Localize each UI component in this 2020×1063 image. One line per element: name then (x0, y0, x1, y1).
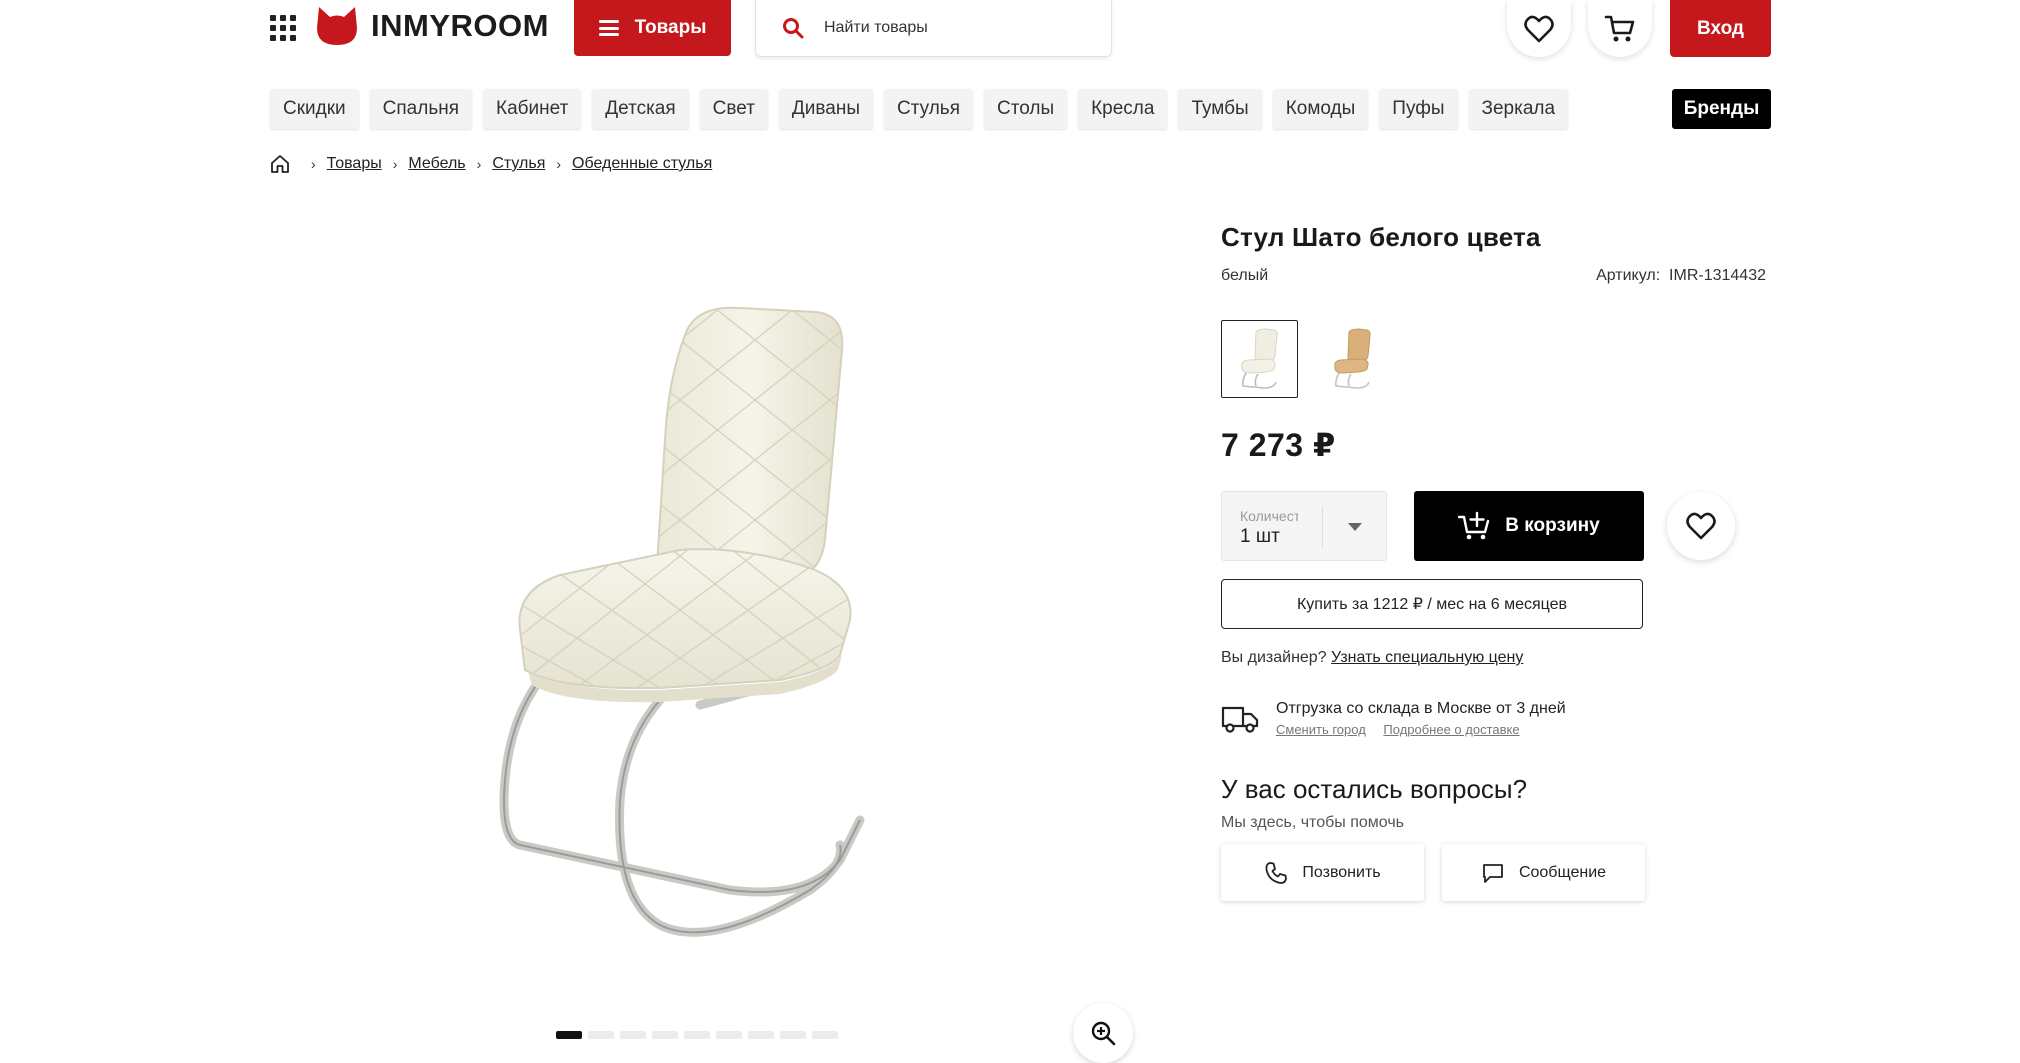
designer-offer: Вы дизайнер? Узнать специальную цену (1221, 649, 1771, 667)
quantity-label: Количество (1240, 508, 1298, 524)
category-chip[interactable]: Зеркала (1468, 89, 1569, 129)
category-chip[interactable]: Спальня (369, 89, 473, 129)
gallery-dot[interactable] (748, 1031, 774, 1039)
breadcrumb-item[interactable]: Мебель (408, 155, 465, 173)
designer-price-link[interactable]: Узнать специальную цену (1331, 649, 1523, 666)
category-nav: Скидки Спальня Кабинет Детская Свет Диваны Сту… (270, 89, 1579, 129)
chevron-right-icon: › (392, 156, 398, 172)
category-chip[interactable]: Кресла (1078, 89, 1168, 129)
gallery-dot[interactable] (556, 1031, 582, 1039)
truck-icon (1221, 706, 1259, 733)
category-chip[interactable]: Тумбы (1178, 89, 1262, 129)
quantity-select[interactable]: Количество 1 шт (1221, 491, 1387, 561)
product-color: белый (1221, 267, 1269, 284)
catalog-button[interactable]: Товары (574, 0, 731, 56)
breadcrumb-item[interactable]: Стулья (492, 155, 545, 173)
gallery-dot[interactable] (812, 1031, 838, 1039)
delivery-info: Отгрузка со склада в Москве от 3 дней См… (1221, 700, 1771, 737)
site-logo[interactable]: INMYROOM (316, 6, 549, 46)
help-subtitle: Мы здесь, чтобы помочь (1221, 814, 1404, 831)
home-icon[interactable] (270, 154, 290, 174)
installment-button[interactable]: Купить за 1212 ₽ / мес на 6 месяцев (1221, 579, 1643, 629)
category-chip[interactable]: Столы (984, 89, 1068, 129)
favorites-button[interactable] (1507, 0, 1571, 57)
message-label: Сообщение (1518, 863, 1607, 881)
site-header: INMYROOM Товары Вход (0, 0, 2020, 72)
chevron-right-icon: › (311, 156, 316, 172)
product-title: Стул Шато белого цвета (1221, 222, 1541, 252)
contact-buttons: Позвонить Сообщение (1221, 844, 1771, 901)
product-image[interactable] (480, 300, 950, 960)
variant-selector (1221, 320, 1771, 398)
call-label: Позвонить (1302, 863, 1381, 881)
breadcrumb-item[interactable]: Товары (327, 155, 382, 173)
help-title: У вас остались вопросы? (1221, 774, 1528, 804)
search-icon[interactable] (782, 17, 804, 39)
category-chip[interactable]: Диваны (778, 89, 873, 129)
chair-thumbnail-white (1240, 328, 1278, 389)
variant-beige[interactable] (1314, 320, 1391, 398)
quantity-value: 1 шт (1240, 526, 1280, 547)
chair-thumbnail-beige (1333, 328, 1371, 389)
heart-icon (1686, 512, 1716, 540)
gallery-dot[interactable] (684, 1031, 710, 1039)
breadcrumb: › Товары › Мебель › Стулья › Обеденные с… (270, 153, 712, 175)
chat-icon (1483, 863, 1503, 883)
search-box (755, 0, 1112, 57)
caret-down-icon (1348, 523, 1362, 531)
category-chip[interactable]: Кабинет (483, 89, 582, 129)
add-to-cart-label: В корзину (1505, 515, 1600, 536)
cart-icon (1604, 15, 1635, 41)
category-chip[interactable]: Скидки (270, 89, 359, 129)
call-button[interactable]: Позвонить (1221, 844, 1424, 901)
login-button[interactable]: Вход (1670, 0, 1771, 57)
cat-logo-icon (317, 7, 357, 45)
delivery-links: Сменить город Подробнее о доставке (1276, 722, 1566, 737)
add-to-cart-button[interactable]: В корзину (1414, 491, 1644, 561)
product-price: 7 273 ₽ (1221, 427, 1336, 463)
cart-button[interactable] (1588, 0, 1652, 57)
gallery-dot[interactable] (780, 1031, 806, 1039)
search-input[interactable] (822, 18, 1102, 38)
phone-icon (1265, 861, 1288, 884)
gallery-dot[interactable] (588, 1031, 614, 1039)
product-gallery (270, 200, 1133, 1063)
designer-question: Вы дизайнер? (1221, 649, 1327, 666)
apps-grid-icon[interactable] (270, 15, 296, 41)
chevron-right-icon: › (556, 156, 562, 172)
gallery-dot[interactable] (716, 1031, 742, 1039)
category-chip[interactable]: Комоды (1272, 89, 1369, 129)
sku-value: IMR-1314432 (1669, 267, 1766, 284)
change-city-link[interactable]: Сменить город (1276, 722, 1366, 737)
buy-row: Количество 1 шт В корзину (1221, 491, 1771, 561)
product-meta: белый Артикул: IMR-1314432 (1221, 267, 1766, 285)
menu-icon (598, 20, 619, 36)
delivery-details-link[interactable]: Подробнее о доставке (1383, 722, 1519, 737)
heart-icon (1524, 15, 1554, 42)
delivery-title: Отгрузка со склада в Москве от 3 дней (1276, 700, 1566, 717)
zoom-in-icon (1091, 1021, 1116, 1046)
gallery-pagination (556, 1031, 844, 1039)
brands-button[interactable]: Бренды (1672, 89, 1771, 129)
chevron-right-icon: › (476, 156, 482, 172)
catalog-label: Товары (634, 17, 707, 38)
zoom-button[interactable] (1073, 1003, 1133, 1063)
category-chip[interactable]: Стулья (884, 89, 973, 129)
cart-add-icon (1458, 511, 1490, 540)
breadcrumb-item[interactable]: Обеденные стулья (572, 155, 712, 173)
product-sku: Артикул: IMR-1314432 (1596, 267, 1766, 285)
category-chip[interactable]: Детская (592, 89, 689, 129)
add-to-favorites-button[interactable] (1667, 492, 1735, 560)
category-chip[interactable]: Свет (699, 89, 768, 129)
gallery-dot[interactable] (620, 1031, 646, 1039)
product-info: Стул Шато белого цвета белый Артикул: IM… (1221, 222, 1771, 901)
message-button[interactable]: Сообщение (1442, 844, 1645, 901)
gallery-dot[interactable] (652, 1031, 678, 1039)
variant-white[interactable] (1221, 320, 1298, 398)
sku-label: Артикул: (1596, 267, 1661, 284)
quantity-divider (1322, 506, 1323, 548)
logo-text: INMYROOM (371, 8, 549, 43)
category-chip[interactable]: Пуфы (1379, 89, 1458, 129)
